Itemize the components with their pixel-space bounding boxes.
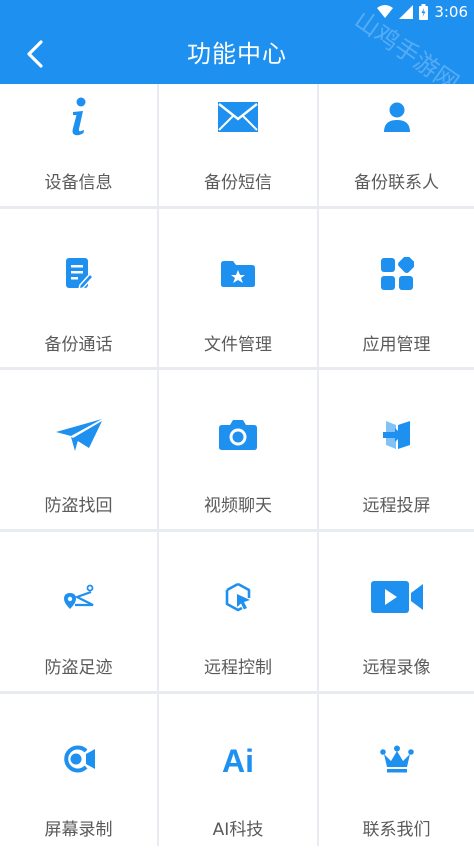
folder-star-icon <box>159 249 317 299</box>
ai-icon-text: Ai <box>222 743 254 776</box>
screen-record-icon <box>0 734 157 784</box>
feature-label: 备份联系人 <box>354 173 439 193</box>
feature-label: 远程录像 <box>362 658 431 678</box>
feature-label: 备份通话 <box>44 335 113 355</box>
signal-icon <box>399 5 414 19</box>
feature-label: 屏幕录制 <box>44 820 113 840</box>
battery-icon <box>419 4 429 20</box>
feature-backup-contacts[interactable]: 备份联系人 <box>319 84 474 206</box>
feature-label: 应用管理 <box>362 335 431 355</box>
feature-label: 文件管理 <box>204 335 272 355</box>
wifi-icon <box>377 5 394 18</box>
paper-plane-icon <box>0 410 157 460</box>
document-edit-icon <box>0 249 157 299</box>
feature-label: 联系我们 <box>362 820 431 840</box>
person-icon <box>319 92 474 142</box>
envelope-icon <box>159 92 317 142</box>
status-time: 3:06 <box>434 3 468 21</box>
apps-grid-icon <box>319 249 474 299</box>
feature-device-info[interactable]: 设备信息 <box>0 84 157 206</box>
screen-cast-icon <box>319 410 474 460</box>
feature-grid: 设备信息 备份短信 备份联系人 备份通话 文件管理 应用管理 防盗找回 视频聊天… <box>0 84 474 852</box>
feature-video-chat[interactable]: 视频聊天 <box>159 370 317 529</box>
feature-anti-theft-trail[interactable]: 防盗足迹 <box>0 532 157 691</box>
feature-label: 远程控制 <box>204 658 272 678</box>
feature-anti-theft-recover[interactable]: 防盗找回 <box>0 370 157 529</box>
feature-label: 防盗足迹 <box>44 658 113 678</box>
feature-label: 视频聊天 <box>204 496 272 516</box>
location-trail-icon <box>0 572 157 622</box>
title-bar: 功能中心 山鸡手游网 <box>0 6 474 97</box>
camera-icon <box>159 410 317 460</box>
feature-contact-us[interactable]: 联系我们 <box>319 694 474 852</box>
info-icon <box>0 92 157 142</box>
feature-screen-record[interactable]: 屏幕录制 <box>0 694 157 852</box>
feature-remote-cast[interactable]: 远程投屏 <box>319 370 474 529</box>
feature-label: 防盗找回 <box>44 496 113 516</box>
feature-ai-tech[interactable]: Ai AI科技 <box>159 694 317 852</box>
feature-label: 备份短信 <box>204 173 272 193</box>
page-title: 功能中心 <box>187 40 287 68</box>
feature-file-manager[interactable]: 文件管理 <box>159 209 317 367</box>
status-bar: 3:06 <box>0 0 474 24</box>
remote-cursor-icon <box>159 572 317 622</box>
crown-icon <box>319 734 474 784</box>
feature-label: 远程投屏 <box>362 496 431 516</box>
ai-text-icon: Ai <box>159 734 317 784</box>
feature-label: AI科技 <box>212 820 264 840</box>
feature-app-manager[interactable]: 应用管理 <box>319 209 474 367</box>
status-icons: 3:06 <box>377 2 468 22</box>
feature-backup-calls[interactable]: 备份通话 <box>0 209 157 367</box>
feature-remote-record[interactable]: 远程录像 <box>319 532 474 691</box>
feature-backup-sms[interactable]: 备份短信 <box>159 84 317 206</box>
video-camera-icon <box>319 572 474 622</box>
feature-remote-control[interactable]: 远程控制 <box>159 532 317 691</box>
feature-label: 设备信息 <box>44 173 113 193</box>
